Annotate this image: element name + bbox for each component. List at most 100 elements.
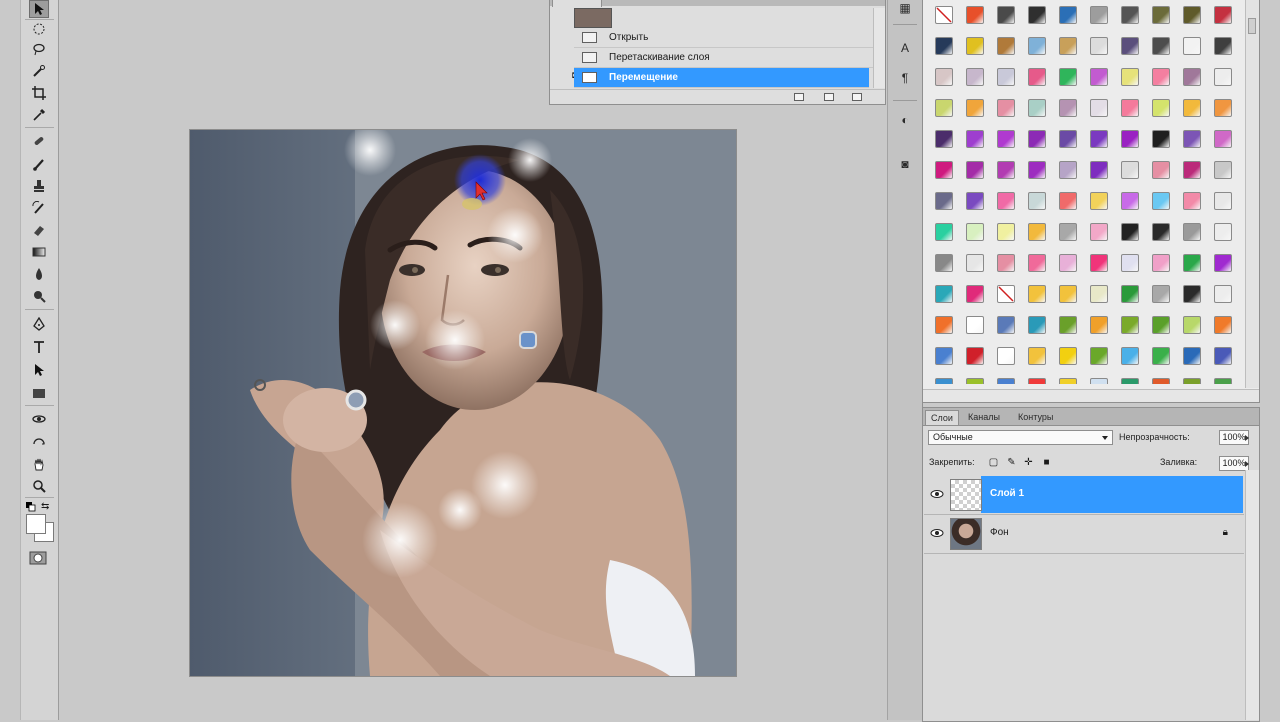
style-swatch[interactable]	[966, 37, 984, 55]
spot-heal-tool-button[interactable]	[29, 132, 49, 150]
masks-icon[interactable]: ◙	[896, 156, 914, 172]
style-swatch[interactable]	[1121, 99, 1139, 117]
character-icon[interactable]: A	[896, 40, 914, 56]
no-style-swatch[interactable]	[935, 6, 953, 24]
style-swatch[interactable]	[966, 378, 984, 384]
style-swatch[interactable]	[1183, 37, 1201, 55]
style-swatch[interactable]	[997, 347, 1015, 365]
style-swatch[interactable]	[1214, 37, 1232, 55]
style-swatch[interactable]	[1121, 161, 1139, 179]
gradient-tool-button[interactable]	[29, 243, 49, 261]
tab-layers[interactable]: Слои	[925, 410, 959, 425]
style-swatch[interactable]	[1214, 99, 1232, 117]
style-swatch[interactable]	[1183, 68, 1201, 86]
style-swatch[interactable]	[1090, 68, 1108, 86]
style-swatch[interactable]	[1121, 285, 1139, 303]
style-swatch[interactable]	[1152, 161, 1170, 179]
style-swatch[interactable]	[1152, 223, 1170, 241]
eye-icon[interactable]	[930, 488, 944, 500]
foreground-color-swatch[interactable]	[26, 514, 46, 534]
new-document-from-state-icon[interactable]	[794, 93, 804, 101]
crop-tool-button[interactable]	[29, 84, 49, 102]
style-swatch[interactable]	[1152, 285, 1170, 303]
style-swatch[interactable]	[997, 161, 1015, 179]
style-swatch[interactable]	[1028, 378, 1046, 384]
style-swatch[interactable]	[1121, 6, 1139, 24]
style-swatch[interactable]	[1090, 254, 1108, 272]
style-swatch[interactable]	[935, 68, 953, 86]
style-swatch[interactable]	[1028, 285, 1046, 303]
style-swatch[interactable]	[1090, 99, 1108, 117]
move-tool-button[interactable]	[29, 0, 49, 18]
style-swatch[interactable]	[966, 68, 984, 86]
history-item-selected[interactable]: Перемещение	[574, 68, 869, 88]
style-swatch[interactable]	[1059, 99, 1077, 117]
style-swatch[interactable]	[1183, 161, 1201, 179]
style-swatch[interactable]	[1152, 192, 1170, 210]
style-swatch[interactable]	[1059, 37, 1077, 55]
style-swatch[interactable]	[1214, 347, 1232, 365]
style-swatch[interactable]	[1183, 316, 1201, 334]
style-swatch[interactable]	[1059, 6, 1077, 24]
style-swatch[interactable]	[997, 99, 1015, 117]
3d-orbit-tool-button[interactable]	[29, 433, 49, 451]
style-swatch[interactable]	[1028, 192, 1046, 210]
fill-slider-toggle[interactable]	[1243, 456, 1251, 471]
style-swatch[interactable]	[966, 316, 984, 334]
style-swatch[interactable]	[1152, 130, 1170, 148]
paragraph-icon[interactable]: ¶	[896, 70, 914, 86]
style-swatch[interactable]	[1121, 347, 1139, 365]
style-swatch[interactable]	[997, 192, 1015, 210]
tab-history[interactable]	[552, 0, 602, 7]
style-swatch[interactable]	[1090, 285, 1108, 303]
style-swatch[interactable]	[1028, 347, 1046, 365]
marquee-tool-button[interactable]	[29, 20, 49, 38]
style-swatch[interactable]	[966, 285, 984, 303]
style-swatch[interactable]	[1152, 347, 1170, 365]
blur-tool-button[interactable]	[29, 265, 49, 283]
style-swatch[interactable]	[1152, 37, 1170, 55]
style-swatch[interactable]	[1028, 37, 1046, 55]
style-swatch[interactable]	[935, 130, 953, 148]
style-swatch[interactable]	[966, 99, 984, 117]
style-swatch[interactable]	[997, 254, 1015, 272]
style-swatch[interactable]	[966, 161, 984, 179]
brush-preset-icon[interactable]: ▦	[896, 0, 914, 16]
style-swatch[interactable]	[935, 378, 953, 384]
style-swatch[interactable]	[966, 6, 984, 24]
swap-colors-icon[interactable]: ⇆	[41, 501, 52, 512]
style-swatch[interactable]	[1028, 223, 1046, 241]
style-swatch[interactable]	[997, 6, 1015, 24]
style-swatch[interactable]	[1090, 316, 1108, 334]
style-swatch[interactable]	[1214, 254, 1232, 272]
eye-icon[interactable]	[930, 527, 944, 539]
style-swatch[interactable]	[966, 223, 984, 241]
style-swatch[interactable]	[997, 37, 1015, 55]
zoom-tool-button[interactable]	[29, 477, 49, 495]
history-snapshot-thumb[interactable]	[574, 8, 612, 28]
style-swatch[interactable]	[1028, 161, 1046, 179]
layer-row[interactable]: Фон 🔒︎	[924, 515, 1244, 554]
style-swatch[interactable]	[966, 192, 984, 210]
style-swatch[interactable]	[1183, 130, 1201, 148]
style-swatch[interactable]	[1028, 68, 1046, 86]
style-swatch[interactable]	[935, 99, 953, 117]
style-swatch[interactable]	[1090, 378, 1108, 384]
style-swatch[interactable]	[1059, 223, 1077, 241]
brush-tool-button[interactable]	[29, 155, 49, 173]
clone-stamp-tool-button[interactable]	[29, 177, 49, 195]
style-swatch[interactable]	[1090, 130, 1108, 148]
style-swatch[interactable]	[1121, 130, 1139, 148]
style-swatch[interactable]	[935, 223, 953, 241]
quick-mask-button[interactable]	[29, 550, 47, 566]
style-swatch[interactable]	[1183, 347, 1201, 365]
style-swatch[interactable]	[997, 285, 1015, 303]
style-swatch[interactable]	[1214, 316, 1232, 334]
lock-image-icon[interactable]: ✎	[1006, 457, 1017, 468]
style-swatch[interactable]	[1121, 378, 1139, 384]
style-swatch[interactable]	[935, 285, 953, 303]
history-item[interactable]: Перетаскивание слоя	[574, 48, 874, 68]
style-swatch[interactable]	[935, 316, 953, 334]
style-swatch[interactable]	[966, 347, 984, 365]
style-swatch[interactable]	[1121, 192, 1139, 210]
